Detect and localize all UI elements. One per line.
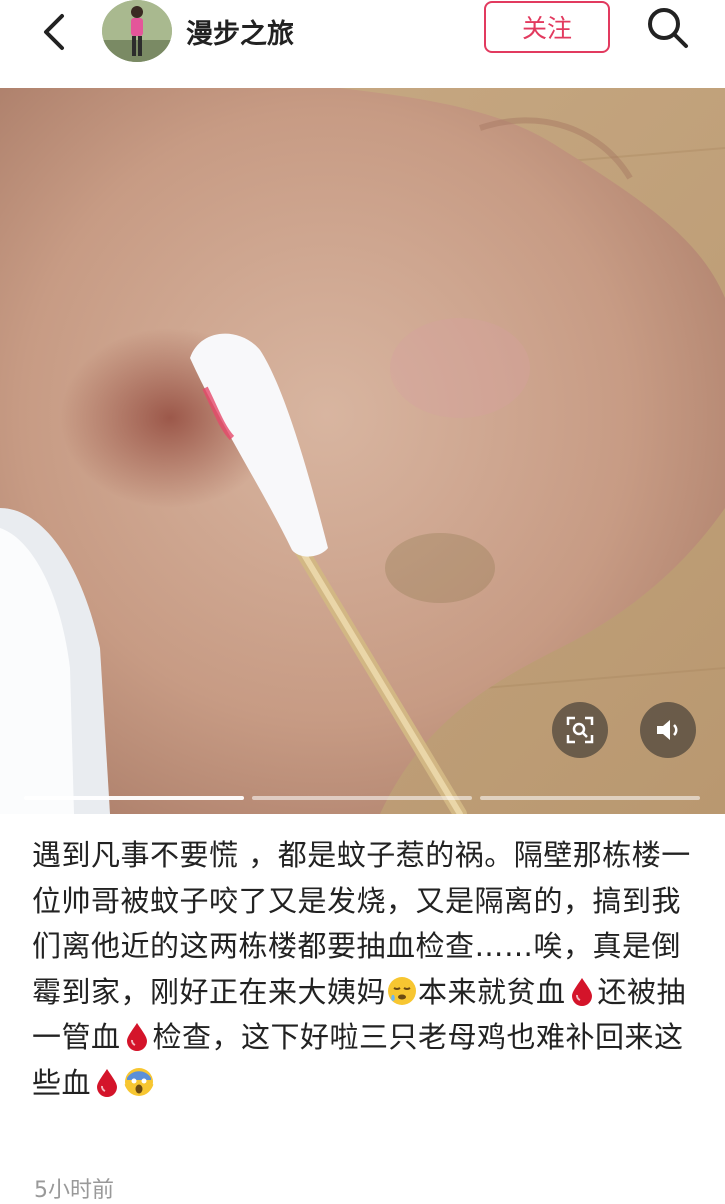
post-image[interactable] (0, 88, 725, 814)
author-name[interactable]: 漫步之旅 (186, 12, 294, 51)
top-bar: 漫步之旅 关注 (0, 0, 725, 88)
fear-scream-emoji (124, 1067, 154, 1096)
search-icon[interactable] (644, 4, 692, 52)
back-arrow-icon[interactable] (34, 10, 78, 54)
blood-drop-emoji (97, 1068, 118, 1097)
follow-button[interactable]: 关注 (484, 1, 610, 53)
avatar[interactable] (102, 0, 172, 62)
scan-icon[interactable] (552, 702, 608, 758)
post-text: 遇到凡事不要慌 ，都是蚊子惹的祸。隔壁那栋楼一位帅哥被蚊子咬了又是发烧，又是隔离… (32, 833, 700, 1106)
image-pagination (24, 796, 700, 800)
volume-icon[interactable] (640, 702, 696, 758)
page-indicator-1[interactable] (24, 796, 244, 800)
blood-drop-emoji (126, 1023, 147, 1051)
page-indicator-3[interactable] (480, 796, 700, 800)
blood-drop-emoji (571, 977, 592, 1006)
post-text-part-2: 本来就贫血 (418, 974, 566, 1009)
post-time: 5小时前 (34, 1178, 114, 1203)
sleepy-face-emoji (388, 976, 417, 1005)
page-indicator-2[interactable] (252, 796, 472, 800)
